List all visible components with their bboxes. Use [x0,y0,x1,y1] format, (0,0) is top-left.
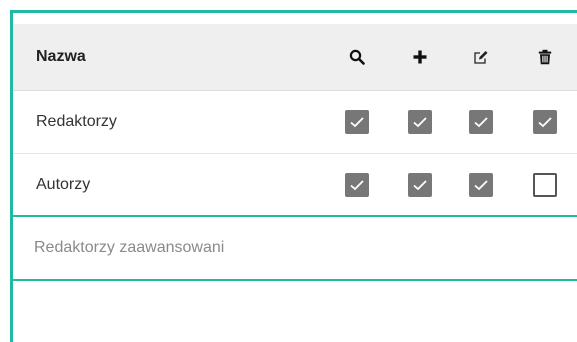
trash-icon [538,49,552,65]
new-group-name-input[interactable] [34,217,554,279]
checkbox-view[interactable] [345,173,369,197]
column-header-delete [532,24,558,90]
permissions-panel: Nazwa Redaktorzy Autorzy Redaktorzy zaaw… [10,10,577,342]
table-row: Redaktorzy [13,91,577,154]
checkbox-edit[interactable] [469,173,493,197]
column-header-view [344,24,370,90]
search-icon [349,49,365,65]
row-name: Autorzy [36,176,91,193]
checkbox-delete[interactable] [533,110,557,134]
checkbox-add[interactable] [408,110,432,134]
new-group-row [13,215,577,281]
table-row: Autorzy [13,154,577,217]
column-header-add [407,24,433,90]
column-header-edit [468,24,494,90]
row-name: Redaktorzy [36,113,117,130]
plus-icon [412,49,428,65]
column-header-name: Nazwa [36,48,86,65]
checkbox-edit[interactable] [469,110,493,134]
edit-icon [473,49,489,65]
checkbox-view[interactable] [345,110,369,134]
checkbox-add[interactable] [408,173,432,197]
checkbox-delete[interactable] [533,173,557,197]
table-header: Nazwa [13,24,577,91]
